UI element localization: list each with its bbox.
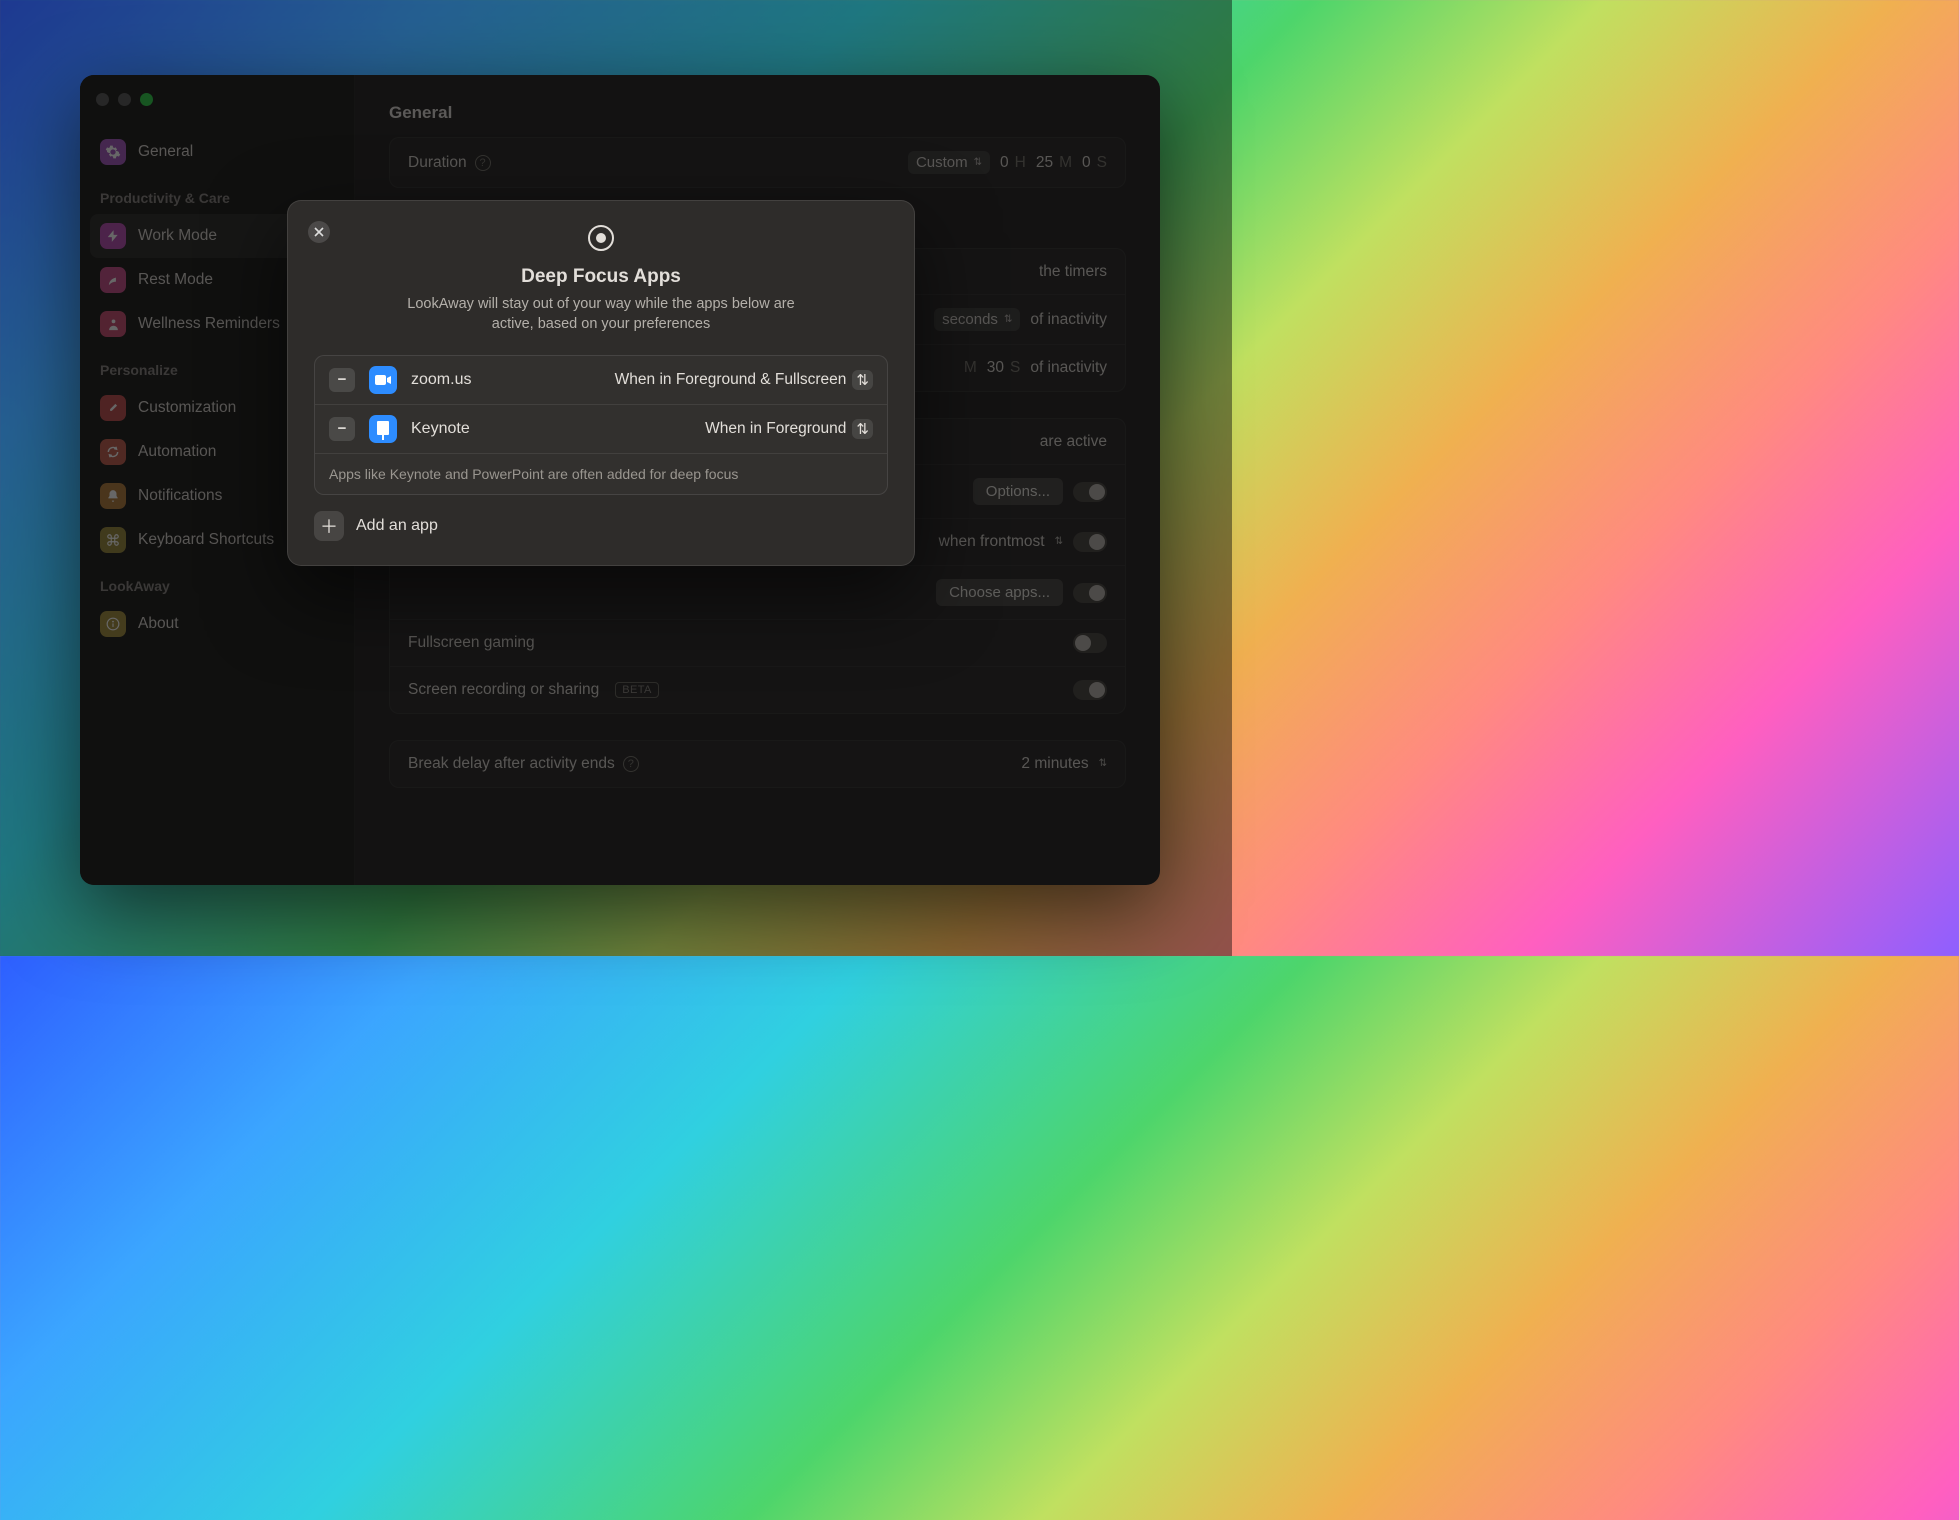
app-condition-select[interactable]: When in Foreground & Fullscreen ⇅ (615, 370, 873, 390)
chevron-updown-icon: ⇅ (852, 370, 873, 390)
plus-icon: ＋ (314, 511, 344, 541)
add-app-label: Add an app (356, 517, 438, 535)
modal-title: Deep Focus Apps (314, 266, 888, 288)
modal-subtitle: LookAway will stay out of your way while… (391, 294, 811, 335)
app-condition-value: When in Foreground (705, 420, 846, 438)
keynote-app-icon (369, 415, 397, 443)
app-condition-select[interactable]: When in Foreground ⇅ (705, 419, 873, 439)
target-icon (586, 223, 616, 253)
app-row-keynote: − Keynote When in Foreground ⇅ (315, 405, 887, 454)
app-row-zoom: − zoom.us When in Foreground & Fullscree… (315, 356, 887, 405)
close-icon (314, 227, 324, 237)
modal-header: Deep Focus Apps LookAway will stay out o… (314, 223, 888, 335)
chevron-updown-icon: ⇅ (852, 419, 873, 439)
add-app-button[interactable]: ＋ Add an app (314, 511, 888, 541)
zoom-app-icon (369, 366, 397, 394)
remove-app-button[interactable]: − (329, 417, 355, 441)
remove-app-button[interactable]: − (329, 368, 355, 392)
app-condition-value: When in Foreground & Fullscreen (615, 371, 847, 389)
app-list-hint: Apps like Keynote and PowerPoint are oft… (315, 454, 887, 494)
modal-close-button[interactable] (308, 221, 330, 243)
app-name: Keynote (411, 420, 470, 438)
modal-backdrop[interactable]: Deep Focus Apps LookAway will stay out o… (0, 0, 1232, 956)
app-list: − zoom.us When in Foreground & Fullscree… (314, 355, 888, 495)
deep-focus-modal: Deep Focus Apps LookAway will stay out o… (287, 200, 915, 566)
app-name: zoom.us (411, 371, 471, 389)
